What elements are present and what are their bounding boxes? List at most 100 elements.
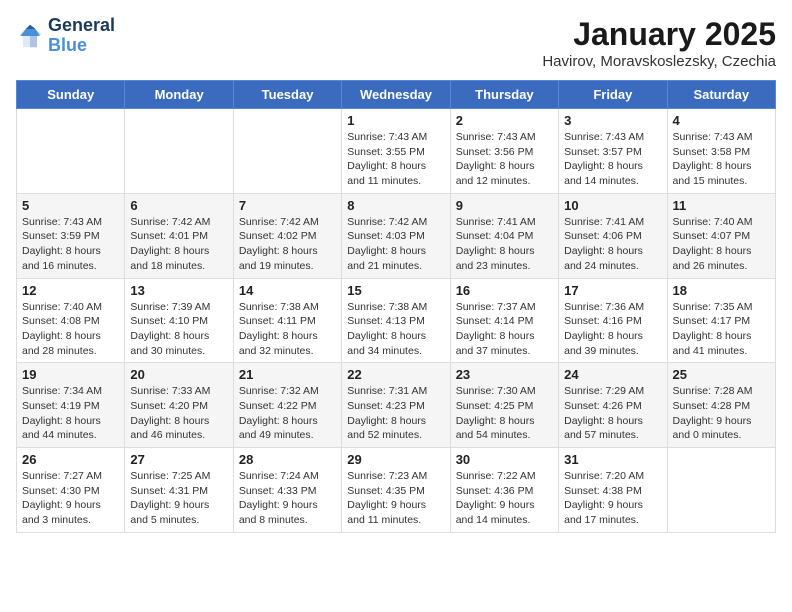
calendar-cell: 28 Sunrise: 7:24 AM Sunset: 4:33 PM Dayli… (233, 448, 341, 533)
calendar-cell: 31 Sunrise: 7:20 AM Sunset: 4:38 PM Dayli… (559, 448, 667, 533)
day-info: Sunrise: 7:31 AM Sunset: 4:23 PM Dayligh… (347, 384, 444, 443)
calendar-cell: 17Sunrise: 7:36 AM Sunset: 4:16 PM Dayli… (559, 278, 667, 363)
day-info: Sunrise: 7:43 AM Sunset: 3:55 PM Dayligh… (347, 130, 444, 189)
day-number: 5 (22, 198, 119, 213)
day-header-tuesday: Tuesday (233, 81, 341, 109)
day-header-saturday: Saturday (667, 81, 775, 109)
day-info: Sunrise: 7:33 AM Sunset: 4:20 PM Dayligh… (130, 384, 227, 443)
calendar-cell: 29 Sunrise: 7:23 AM Sunset: 4:35 PM Dayli… (342, 448, 450, 533)
day-info: Sunrise: 7:22 AM Sunset: 4:36 PM Dayligh… (456, 469, 553, 528)
week-row-2: 5 Sunrise: 7:43 AM Sunset: 3:59 PM Daylig… (17, 193, 776, 278)
day-header-thursday: Thursday (450, 81, 558, 109)
calendar-cell: 15 Sunrise: 7:38 AM Sunset: 4:13 PM Dayli… (342, 278, 450, 363)
day-info: Sunrise: 7:27 AM Sunset: 4:30 PM Dayligh… (22, 469, 119, 528)
day-info: Sunrise: 7:24 AM Sunset: 4:33 PM Dayligh… (239, 469, 336, 528)
calendar-cell: 2 Sunrise: 7:43 AM Sunset: 3:56 PM Daylig… (450, 109, 558, 194)
calendar-cell (17, 109, 125, 194)
day-info: Sunrise: 7:42 AM Sunset: 4:01 PM Dayligh… (130, 215, 227, 274)
day-info: Sunrise: 7:43 AM Sunset: 3:59 PM Dayligh… (22, 215, 119, 274)
day-info: Sunrise: 7:43 AM Sunset: 3:58 PM Dayligh… (673, 130, 770, 189)
calendar-cell: 16 Sunrise: 7:37 AM Sunset: 4:14 PM Dayli… (450, 278, 558, 363)
day-info: Sunrise: 7:41 AM Sunset: 4:06 PM Dayligh… (564, 215, 661, 274)
day-number: 23 (456, 367, 553, 382)
day-number: 3 (564, 113, 661, 128)
calendar-cell: 27Sunrise: 7:25 AM Sunset: 4:31 PM Dayli… (125, 448, 233, 533)
day-number: 31 (564, 452, 661, 467)
calendar-cell (667, 448, 775, 533)
calendar-cell: 25 Sunrise: 7:28 AM Sunset: 4:28 PM Dayli… (667, 363, 775, 448)
day-number: 11 (673, 198, 770, 213)
day-number: 22 (347, 367, 444, 382)
calendar-cell: 21Sunrise: 7:32 AM Sunset: 4:22 PM Dayli… (233, 363, 341, 448)
day-info: Sunrise: 7:37 AM Sunset: 4:14 PM Dayligh… (456, 300, 553, 359)
calendar-table: SundayMondayTuesdayWednesdayThursdayFrid… (16, 80, 776, 533)
day-number: 1 (347, 113, 444, 128)
day-number: 13 (130, 283, 227, 298)
day-number: 8 (347, 198, 444, 213)
calendar-cell: 20 Sunrise: 7:33 AM Sunset: 4:20 PM Dayli… (125, 363, 233, 448)
day-info: Sunrise: 7:41 AM Sunset: 4:04 PM Dayligh… (456, 215, 553, 274)
calendar-cell: 14 Sunrise: 7:38 AM Sunset: 4:11 PM Dayli… (233, 278, 341, 363)
day-number: 7 (239, 198, 336, 213)
day-info: Sunrise: 7:23 AM Sunset: 4:35 PM Dayligh… (347, 469, 444, 528)
day-info: Sunrise: 7:34 AM Sunset: 4:19 PM Dayligh… (22, 384, 119, 443)
week-row-3: 12 Sunrise: 7:40 AM Sunset: 4:08 PM Dayli… (17, 278, 776, 363)
calendar-cell: 22 Sunrise: 7:31 AM Sunset: 4:23 PM Dayli… (342, 363, 450, 448)
week-row-4: 19 Sunrise: 7:34 AM Sunset: 4:19 PM Dayli… (17, 363, 776, 448)
day-number: 4 (673, 113, 770, 128)
day-number: 25 (673, 367, 770, 382)
day-header-sunday: Sunday (17, 81, 125, 109)
day-info: Sunrise: 7:43 AM Sunset: 3:57 PM Dayligh… (564, 130, 661, 189)
logo-icon (16, 22, 44, 50)
days-header-row: SundayMondayTuesdayWednesdayThursdayFrid… (17, 81, 776, 109)
calendar-cell: 23Sunrise: 7:30 AM Sunset: 4:25 PM Dayli… (450, 363, 558, 448)
calendar-title: January 2025 (542, 16, 776, 53)
day-info: Sunrise: 7:32 AM Sunset: 4:22 PM Dayligh… (239, 384, 336, 443)
calendar-cell: 26Sunrise: 7:27 AM Sunset: 4:30 PM Dayli… (17, 448, 125, 533)
day-header-wednesday: Wednesday (342, 81, 450, 109)
day-number: 2 (456, 113, 553, 128)
calendar-subtitle: Havirov, Moravskoslezsky, Czechia (542, 53, 776, 70)
day-number: 20 (130, 367, 227, 382)
calendar-cell: 1 Sunrise: 7:43 AM Sunset: 3:55 PM Daylig… (342, 109, 450, 194)
calendar-cell: 3 Sunrise: 7:43 AM Sunset: 3:57 PM Daylig… (559, 109, 667, 194)
day-info: Sunrise: 7:40 AM Sunset: 4:08 PM Dayligh… (22, 300, 119, 359)
day-info: Sunrise: 7:38 AM Sunset: 4:11 PM Dayligh… (239, 300, 336, 359)
day-number: 29 (347, 452, 444, 467)
day-number: 12 (22, 283, 119, 298)
day-info: Sunrise: 7:42 AM Sunset: 4:03 PM Dayligh… (347, 215, 444, 274)
day-info: Sunrise: 7:42 AM Sunset: 4:02 PM Dayligh… (239, 215, 336, 274)
day-number: 15 (347, 283, 444, 298)
day-info: Sunrise: 7:28 AM Sunset: 4:28 PM Dayligh… (673, 384, 770, 443)
calendar-cell: 11Sunrise: 7:40 AM Sunset: 4:07 PM Dayli… (667, 193, 775, 278)
calendar-cell: 24Sunrise: 7:29 AM Sunset: 4:26 PM Dayli… (559, 363, 667, 448)
calendar-cell: 19 Sunrise: 7:34 AM Sunset: 4:19 PM Dayli… (17, 363, 125, 448)
logo: General Blue (16, 16, 115, 56)
day-info: Sunrise: 7:43 AM Sunset: 3:56 PM Dayligh… (456, 130, 553, 189)
day-number: 9 (456, 198, 553, 213)
header: General Blue January 2025 Havirov, Morav… (16, 16, 776, 70)
day-info: Sunrise: 7:36 AM Sunset: 4:16 PM Dayligh… (564, 300, 661, 359)
day-info: Sunrise: 7:38 AM Sunset: 4:13 PM Dayligh… (347, 300, 444, 359)
logo-line2: Blue (48, 36, 115, 56)
calendar-cell: 18 Sunrise: 7:35 AM Sunset: 4:17 PM Dayli… (667, 278, 775, 363)
calendar-cell: 8 Sunrise: 7:42 AM Sunset: 4:03 PM Daylig… (342, 193, 450, 278)
day-number: 18 (673, 283, 770, 298)
day-number: 30 (456, 452, 553, 467)
calendar-cell: 30 Sunrise: 7:22 AM Sunset: 4:36 PM Dayli… (450, 448, 558, 533)
day-info: Sunrise: 7:20 AM Sunset: 4:38 PM Dayligh… (564, 469, 661, 528)
day-number: 16 (456, 283, 553, 298)
day-number: 6 (130, 198, 227, 213)
week-row-1: 1 Sunrise: 7:43 AM Sunset: 3:55 PM Daylig… (17, 109, 776, 194)
logo-line1: General (48, 16, 115, 36)
day-number: 14 (239, 283, 336, 298)
day-header-monday: Monday (125, 81, 233, 109)
calendar-cell: 10 Sunrise: 7:41 AM Sunset: 4:06 PM Dayli… (559, 193, 667, 278)
day-number: 28 (239, 452, 336, 467)
day-number: 19 (22, 367, 119, 382)
day-number: 10 (564, 198, 661, 213)
calendar-cell: 4 Sunrise: 7:43 AM Sunset: 3:58 PM Daylig… (667, 109, 775, 194)
day-info: Sunrise: 7:35 AM Sunset: 4:17 PM Dayligh… (673, 300, 770, 359)
day-number: 24 (564, 367, 661, 382)
calendar-cell: 9 Sunrise: 7:41 AM Sunset: 4:04 PM Daylig… (450, 193, 558, 278)
